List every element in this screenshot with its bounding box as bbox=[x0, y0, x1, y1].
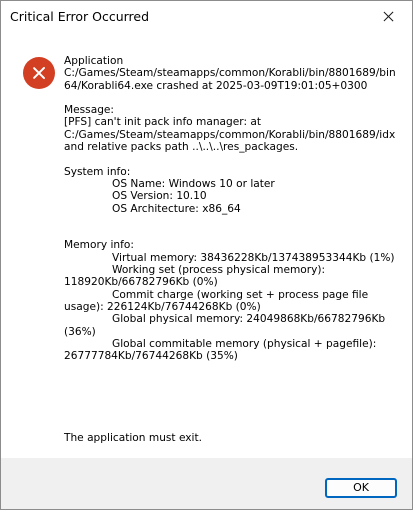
title-bar: Critical Error Occurred bbox=[1, 1, 412, 32]
window-title: Critical Error Occurred bbox=[10, 9, 150, 24]
memory-line: usage): 226124Kb/76744268Kb (0%) bbox=[64, 300, 261, 313]
close-button[interactable] bbox=[366, 1, 412, 32]
error-dialog: Critical Error Occurred Application C:/G… bbox=[0, 0, 413, 510]
message-line: C:/Games/Steam/steamapps/common/Korabli/… bbox=[64, 128, 396, 141]
memory-line: 118920Kb/66782796Kb (0%) bbox=[64, 276, 218, 289]
memory-line: Working set (process physical memory): bbox=[112, 264, 326, 277]
system-os-name: OS Name: Windows 10 or later bbox=[112, 177, 275, 190]
memory-line: 26777784Kb/76744268Kb (35%) bbox=[64, 350, 238, 363]
error-icon bbox=[23, 57, 55, 89]
dialog-content: Application C:/Games/Steam/steamapps/com… bbox=[1, 32, 412, 458]
application-line: 64/Korabli64.exe crashed at 2025-03-09T1… bbox=[64, 79, 368, 92]
system-heading: System info: bbox=[64, 165, 131, 178]
ok-button[interactable]: OK bbox=[325, 478, 397, 498]
system-os-version: OS Version: 10.10 bbox=[112, 190, 207, 203]
close-icon bbox=[383, 11, 394, 22]
error-details: Application C:/Games/Steam/steamapps/com… bbox=[64, 55, 396, 363]
message-line: and relative packs path ..\..\..\res_pac… bbox=[64, 141, 299, 154]
memory-line: Global physical memory: 24049868Kb/66782… bbox=[112, 313, 386, 326]
message-heading: Message: bbox=[64, 104, 114, 117]
system-os-arch: OS Architecture: x86_64 bbox=[112, 202, 241, 215]
memory-line: Commit charge (working set + process pag… bbox=[112, 288, 369, 301]
memory-line: (36%) bbox=[64, 325, 96, 338]
message-line: [PFS] can't init pack info manager: at bbox=[64, 116, 262, 129]
exit-message: The application must exit. bbox=[64, 432, 203, 444]
memory-line: Global commitable memory (physical + pag… bbox=[112, 337, 377, 350]
memory-line: Virtual memory: 38436228Kb/137438953344K… bbox=[112, 251, 395, 264]
button-bar: OK bbox=[1, 458, 412, 509]
application-line: C:/Games/Steam/steamapps/common/Korabli/… bbox=[64, 67, 396, 80]
application-heading: Application bbox=[64, 55, 124, 67]
memory-heading: Memory info: bbox=[64, 239, 134, 252]
